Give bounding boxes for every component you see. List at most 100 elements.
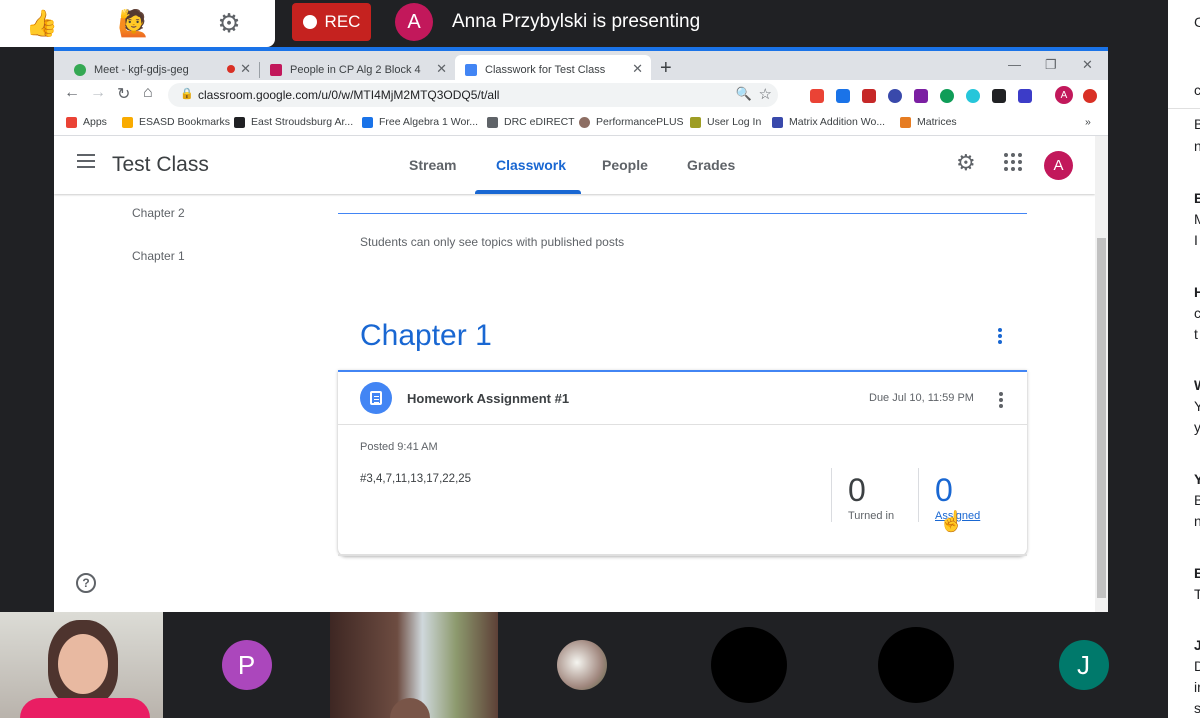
assignment-icon — [360, 382, 392, 414]
tab-classwork[interactable]: Classwork — [496, 157, 566, 173]
participant-video-tile[interactable] — [0, 612, 163, 718]
reload-icon[interactable]: ↻ — [117, 84, 130, 104]
more-vert-icon[interactable] — [999, 392, 1003, 410]
url-text: classroom.google.com/u/0/w/MTI4MjM2MTQ3O… — [198, 88, 500, 102]
address-bar[interactable]: 🔒 classroom.google.com/u/0/w/MTI4MjM2MTQ… — [168, 83, 778, 107]
class-title[interactable]: Test Class — [112, 153, 209, 177]
home-icon[interactable]: ⌂ — [143, 84, 153, 102]
gmail-extension-icon[interactable] — [810, 89, 824, 103]
assignment-card: Homework Assignment #1 Due Jul 10, 11:59… — [338, 370, 1027, 556]
bookmark-label: Matrix Addition Wo... — [789, 116, 886, 128]
back-icon[interactable]: ← — [64, 84, 80, 102]
extension-icon[interactable] — [992, 89, 1006, 103]
bookmarks-overflow-icon[interactable]: » — [1085, 116, 1091, 128]
chat-fragment: B — [1194, 190, 1200, 206]
stat-divider — [831, 468, 832, 522]
google-apps-icon[interactable] — [1004, 153, 1022, 171]
profile-avatar[interactable]: A — [1055, 86, 1073, 104]
chat-fragment: c — [1194, 82, 1200, 98]
classroom-favicon-icon — [270, 63, 282, 76]
sidebar-topic-chapter-1[interactable]: Chapter 1 — [132, 249, 185, 263]
bookmark-link[interactable]: DRC eDIRECT — [487, 116, 575, 128]
card-footer — [338, 554, 1027, 556]
participant-tile[interactable] — [832, 612, 999, 718]
tab-people[interactable]: People — [602, 157, 648, 173]
kuta-icon — [362, 116, 373, 128]
topic-divider — [338, 213, 1027, 214]
account-avatar[interactable]: A — [1044, 151, 1073, 180]
raise-hand-icon[interactable]: 🙋 — [112, 0, 156, 47]
participant-tile[interactable] — [665, 612, 832, 718]
bookmark-label: ESASD Bookmarks — [139, 116, 231, 128]
gear-icon[interactable]: ⚙ — [207, 0, 251, 47]
thumbs-up-icon[interactable]: 👍 — [20, 0, 64, 47]
participant-face — [58, 634, 108, 694]
participant-tile[interactable]: P — [163, 612, 330, 718]
close-window-icon[interactable]: ✕ — [1082, 57, 1093, 73]
assigned-count[interactable]: 0 — [935, 472, 953, 509]
page-scrollbar[interactable] — [1095, 136, 1108, 612]
tab-grades[interactable]: Grades — [687, 157, 735, 173]
hamburger-menu-icon[interactable] — [77, 154, 95, 172]
bookmark-label: DRC eDIRECT — [504, 116, 575, 128]
lock-icon: 🔒 — [180, 88, 194, 100]
bookmark-link[interactable]: Matrix Addition Wo... — [772, 116, 885, 128]
forward-icon[interactable]: → — [90, 84, 106, 102]
meet-favicon-icon — [74, 63, 86, 76]
chat-panel: C c B n B M I H c t W Y y Y B n B T J D … — [1168, 0, 1200, 718]
classroom-header: Test Class Stream Classwork People Grade… — [54, 136, 1095, 194]
participant-video-tile[interactable] — [330, 612, 498, 718]
chat-fragment: t — [1194, 326, 1198, 342]
close-icon[interactable]: ✕ — [632, 61, 643, 77]
performanceplus-icon — [579, 116, 590, 128]
participant-strip: P J — [0, 612, 1168, 718]
topics-hint: Students can only see topics with publis… — [360, 235, 625, 249]
chat-fragment: I — [1194, 232, 1198, 248]
gear-icon[interactable]: ⚙ — [956, 150, 976, 176]
topic-heading[interactable]: Chapter 1 — [360, 319, 492, 353]
chat-fragment: H — [1194, 284, 1200, 300]
participant-avatar — [877, 627, 954, 703]
star-icon[interactable]: ☆ — [759, 85, 772, 103]
extension-icon[interactable] — [940, 89, 954, 103]
close-icon[interactable]: ✕ — [240, 61, 251, 77]
extension-icon[interactable] — [1018, 89, 1032, 103]
bookmark-apps[interactable]: Apps — [66, 116, 107, 128]
extension-icon[interactable] — [966, 89, 980, 103]
extension-icon[interactable] — [914, 89, 928, 103]
sidebar-topic-chapter-2[interactable]: Chapter 2 — [132, 206, 185, 220]
chat-fragment: Y — [1194, 398, 1200, 414]
bookmarks-bar: Apps ESASD Bookmarks East Stroudsburg Ar… — [54, 111, 1108, 136]
chat-fragment: C — [1194, 14, 1200, 30]
presenting-status: Anna Przybylski is presenting — [452, 11, 701, 32]
extension-icon[interactable] — [888, 89, 902, 103]
bookmark-link[interactable]: Matrices — [900, 116, 957, 128]
scroll-thumb[interactable] — [1097, 238, 1106, 598]
more-vert-icon[interactable] — [998, 328, 1002, 346]
new-tab-icon[interactable]: + — [660, 57, 672, 80]
extension-icon[interactable] — [1083, 89, 1097, 103]
extension-icon[interactable] — [836, 89, 850, 103]
bookmark-link[interactable]: Free Algebra 1 Wor... — [362, 116, 478, 128]
minimize-icon[interactable]: — — [1008, 57, 1021, 72]
bookmark-folder[interactable]: ESASD Bookmarks — [122, 116, 230, 128]
tab-strip: Meet - kgf-gdjs-geg ✕ People in CP Alg 2… — [54, 47, 1108, 84]
close-icon[interactable]: ✕ — [436, 61, 447, 77]
help-icon[interactable]: ? — [76, 573, 96, 593]
bookmark-link[interactable]: PerformancePLUS — [579, 116, 684, 128]
zoom-icon[interactable]: 🔍 — [736, 86, 752, 102]
bookmark-link[interactable]: East Stroudsburg Ar... — [234, 116, 353, 128]
assignment-title[interactable]: Homework Assignment #1 — [407, 391, 569, 406]
participant-tile[interactable] — [498, 612, 665, 718]
participant-tile[interactable]: J — [999, 612, 1168, 718]
chat-fragment: M — [1194, 211, 1200, 227]
turned-in-count[interactable]: 0 — [848, 472, 866, 509]
tab-stream[interactable]: Stream — [409, 157, 456, 173]
bookmark-label: East Stroudsburg Ar... — [251, 116, 354, 128]
turned-in-label[interactable]: Turned in — [848, 510, 894, 522]
participant-shirt — [20, 698, 150, 718]
apps-grid-icon — [66, 116, 77, 128]
restore-icon[interactable]: ❐ — [1045, 57, 1057, 73]
extension-icon[interactable] — [862, 89, 876, 103]
bookmark-link[interactable]: User Log In — [690, 116, 761, 128]
